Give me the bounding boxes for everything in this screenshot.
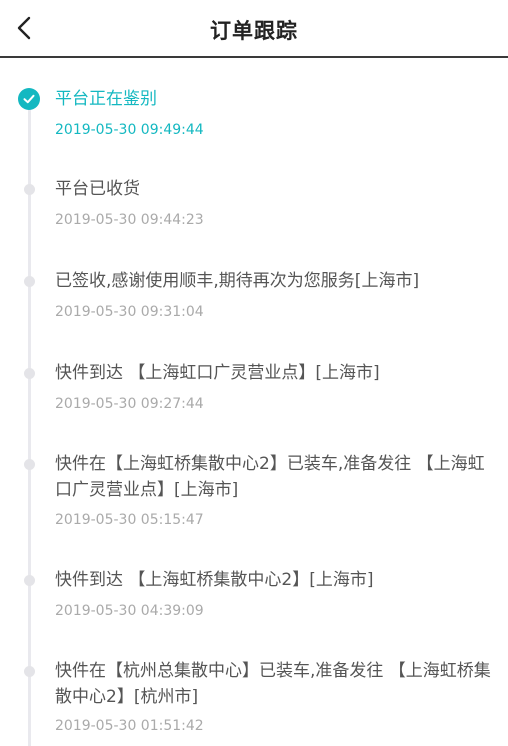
timeline-dot-icon [24, 184, 35, 195]
event-time: 2019-05-30 09:44:23 [55, 212, 204, 228]
event-time: 2019-05-30 01:51:42 [55, 718, 204, 734]
timeline-dot-icon [24, 368, 35, 379]
navigation-bar: 订单跟踪 [0, 0, 508, 58]
page-title: 订单跟踪 [210, 19, 298, 43]
timeline-dot-icon [24, 575, 35, 586]
event-description: 快件在【上海虹桥集散中心2】已装车,准备发往 【上海虹口广灵营业点】[上海市] [55, 454, 485, 500]
tracking-timeline[interactable]: 平台正在鉴别 2019-05-30 09:49:44 平台已收货 2019-05… [0, 60, 508, 746]
event-time: 2019-05-30 09:49:44 [55, 122, 204, 138]
event-time: 2019-05-30 09:27:44 [55, 396, 204, 412]
timeline-track [28, 100, 31, 746]
event-time: 2019-05-30 05:15:47 [55, 512, 204, 528]
event-description: 平台已收货 [55, 179, 140, 199]
event-description: 快件到达 【上海虹桥集散中心2】[上海市] [55, 570, 374, 590]
event-description: 快件到达 【上海虹口广灵营业点】[上海市] [55, 363, 380, 383]
timeline-dot-icon [24, 666, 35, 677]
timeline-dot-icon [24, 276, 35, 287]
event-description: 平台正在鉴别 [55, 89, 157, 109]
event-time: 2019-05-30 09:31:04 [55, 304, 204, 320]
event-time: 2019-05-30 04:39:09 [55, 603, 204, 619]
event-description: 快件在【杭州总集散中心】已装车,准备发往 【上海虹桥集散中心2】[杭州市] [55, 661, 491, 707]
timeline-dot-icon [24, 459, 35, 470]
event-description: 已签收,感谢使用顺丰,期待再次为您服务[上海市] [55, 271, 420, 291]
check-icon [18, 88, 40, 110]
